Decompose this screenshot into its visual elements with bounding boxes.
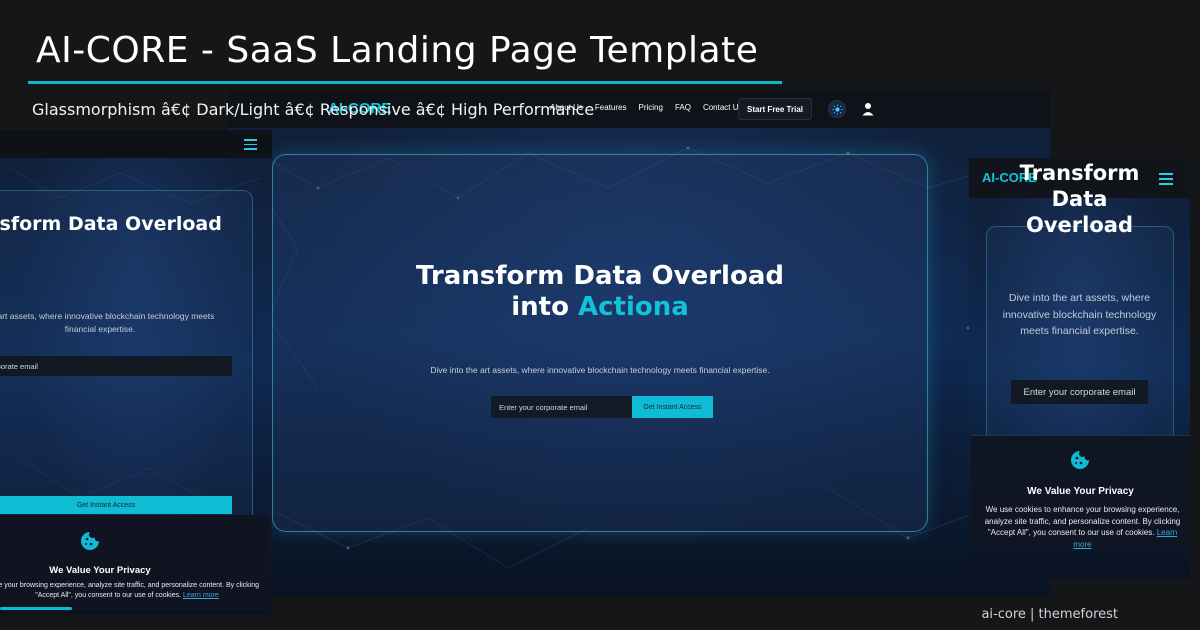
promo-banner: AI-CORE - SaaS Landing Page Template Gla… [0, 0, 1200, 630]
cookie-icon [1071, 451, 1089, 469]
hero-title-prefix: into [511, 292, 578, 322]
banner-title: AI-CORE - SaaS Landing Page Template [36, 30, 759, 71]
start-free-trial-button[interactable]: Start Free Trial [738, 98, 812, 120]
hero-description: Dive into the art assets, where innovati… [430, 365, 770, 375]
mobile-hero-description: Dive into the art assets, where innovati… [1002, 292, 1157, 337]
hero-glass-card: Transform Data Overload into Actiona Div… [272, 154, 928, 532]
tablet-navbar [0, 130, 272, 158]
nav-link-faq[interactable]: FAQ [675, 103, 691, 112]
hero-title: Transform Data Overload into Actiona [273, 261, 927, 323]
footer-credit: ai-core | themeforest [981, 607, 1118, 622]
sun-icon[interactable] [828, 100, 846, 118]
tablet-learn-more-link[interactable]: Learn more [183, 592, 219, 599]
mobile-hero-title: Transform Data Overload [1019, 161, 1140, 237]
tablet-hero-description: he art assets, where innovative blockcha… [0, 311, 215, 334]
nav-link-features[interactable]: Features [595, 103, 627, 112]
tablet-get-instant-access-button[interactable]: Get Instant Access [0, 496, 232, 514]
cookie-icon [81, 532, 99, 550]
tablet-accept-all-button[interactable] [0, 607, 72, 610]
tablet-email-input[interactable]: orporate email [0, 356, 232, 376]
desktop-preview: AI-CORE About Us Features Pricing FAQ Co… [228, 90, 1050, 596]
tablet-cookie-banner: We Value Your Privacy ce your browsing e… [0, 515, 270, 610]
nav-link-pricing[interactable]: Pricing [638, 103, 662, 112]
desktop-hero: Transform Data Overload into Actiona Div… [228, 128, 1050, 596]
mobile-cookie-heading: We Value Your Privacy [1027, 486, 1134, 497]
nav-link-contact[interactable]: Contact Us [703, 103, 743, 112]
user-icon[interactable] [862, 101, 876, 117]
mobile-cookie-message: We use cookies to enhance your browsing … [984, 505, 1181, 537]
hero-title-accent: Actiona [577, 292, 689, 322]
tablet-cookie-text: ce your browsing experience, analyze sit… [0, 581, 262, 601]
hero-signup-form: Enter your corporate email Get Instant A… [491, 396, 713, 418]
hero-title-line2: into Actiona [273, 292, 927, 323]
mobile-cookie-text: We use cookies to enhance your browsing … [981, 504, 1184, 550]
mobile-cookie-banner: We Value Your Privacy We use cookies to … [971, 435, 1190, 550]
tablet-cookie-heading: We Value Your Privacy [49, 565, 151, 576]
hero-title-line1: Transform Data Overload [416, 261, 784, 291]
banner-subtitle: Glassmorphism â€¢ Dark/Light â€¢ Respons… [32, 100, 595, 119]
get-instant-access-button[interactable]: Get Instant Access [632, 396, 713, 418]
mobile-email-input[interactable]: Enter your corporate email [1011, 380, 1148, 404]
tablet-cookie-message: ce your browsing experience, analyze sit… [0, 582, 260, 599]
tablet-hero-title: nsform Data Overload [0, 213, 222, 235]
banner-underline [28, 81, 782, 84]
email-input[interactable]: Enter your corporate email [491, 396, 632, 418]
hamburger-menu-icon[interactable] [244, 139, 257, 153]
